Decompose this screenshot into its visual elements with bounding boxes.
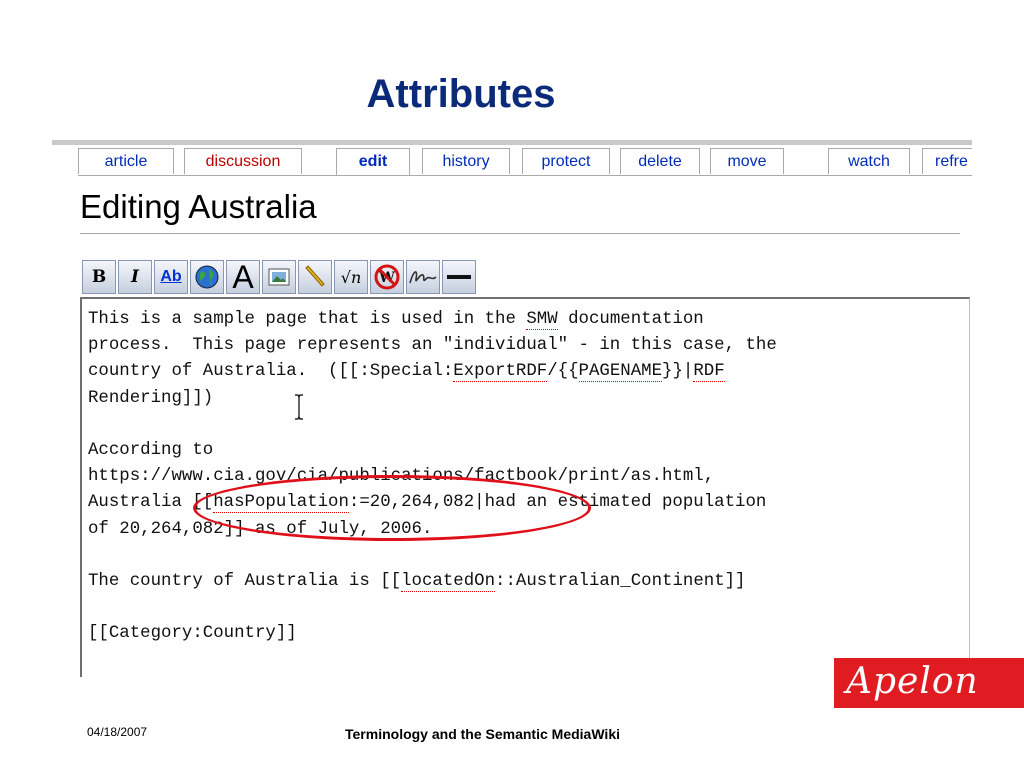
misspelled-word: RDF xyxy=(515,362,548,383)
apelon-logo: Apelon xyxy=(834,658,1024,708)
editor-line: https://www.cia.gov/cia/publications/fac… xyxy=(88,467,715,487)
editor-line: [[Category:Country]] xyxy=(88,624,297,644)
media-file-link-icon[interactable] xyxy=(298,260,332,294)
tab-article[interactable]: article xyxy=(78,148,174,174)
misspelled-word: ExportRDF xyxy=(453,362,548,383)
editor-line: Australia [[hasPopulation:=20,264,082|ha… xyxy=(88,493,767,514)
editor-line: This is a sample page that is used in th… xyxy=(88,310,704,330)
horizontal-line-icon[interactable] xyxy=(442,260,476,294)
math-formula-icon[interactable]: √n xyxy=(334,260,368,294)
page-heading: Editing Australia xyxy=(80,188,317,225)
tab-delete[interactable]: delete xyxy=(620,148,700,174)
slide-title: Attributes xyxy=(366,72,556,116)
browser-edge xyxy=(52,140,972,145)
footer-date: 04/18/2007 xyxy=(87,725,148,739)
heading-divider xyxy=(80,233,960,234)
tab-protect[interactable]: protect xyxy=(522,148,610,174)
tab-move[interactable]: move xyxy=(710,148,784,174)
editor-line: The country of Australia is [[locatedOn:… xyxy=(88,572,746,593)
editor-line: country of Australia. ([[:Special:Export… xyxy=(88,362,725,383)
editor-line: of 20,264,082]] as of July, 2006. xyxy=(88,519,433,539)
editor-line: According to xyxy=(88,441,214,461)
nowiki-icon[interactable]: W xyxy=(370,260,404,294)
embedded-image-icon[interactable] xyxy=(262,260,296,294)
footer-title: Terminology and the Semantic MediaWiki xyxy=(345,726,620,742)
misspelled-word: PAGENAME xyxy=(578,362,663,383)
signature-icon[interactable] xyxy=(406,260,440,294)
editor-content[interactable]: This is a sample page that is used in th… xyxy=(88,307,968,648)
editor-line: process. This page represents an "indivi… xyxy=(88,336,777,356)
misspelled-word: SMW xyxy=(526,310,558,330)
misspelled-word: RDF xyxy=(693,362,725,383)
bold-icon[interactable]: B xyxy=(82,260,116,294)
headline-icon[interactable]: A xyxy=(226,260,260,294)
tabs-baseline xyxy=(78,175,972,176)
tab-discussion[interactable]: discussion xyxy=(184,148,302,174)
external-link-icon[interactable] xyxy=(190,260,224,294)
page-tabs: article discussion edit history protect … xyxy=(78,148,972,176)
text-cursor-icon xyxy=(295,394,303,420)
edit-toolbar: B I Ab A √n xyxy=(82,260,476,294)
internal-link-icon[interactable]: Ab xyxy=(154,260,188,294)
tab-history[interactable]: history xyxy=(422,148,510,174)
edit-textarea[interactable]: This is a sample page that is used in th… xyxy=(80,297,970,677)
editor-line: Rendering]]) xyxy=(88,388,214,408)
italic-icon[interactable]: I xyxy=(118,260,152,294)
tab-watch[interactable]: watch xyxy=(828,148,910,174)
tab-refresh[interactable]: refre xyxy=(922,148,972,174)
misspelled-word: locatedOn xyxy=(401,572,496,593)
tab-edit[interactable]: edit xyxy=(336,148,410,176)
wiki-screenshot: article discussion edit history protect … xyxy=(52,140,972,677)
misspelled-word: hasPopulation xyxy=(213,493,349,514)
